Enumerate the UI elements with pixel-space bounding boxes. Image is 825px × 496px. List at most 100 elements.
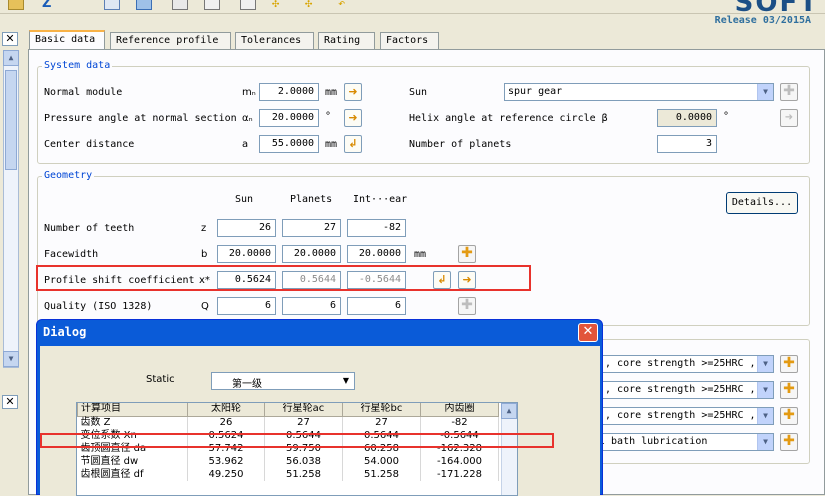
tab-reference-profile[interactable]: Reference profile [110, 32, 231, 49]
close-icon-2[interactable]: ✕ [2, 395, 18, 409]
quality-planets-input[interactable]: 6 [282, 297, 341, 315]
lubrication-plus-button[interactable]: ✚ [780, 433, 798, 451]
normal-module-symbol: mₙ [242, 87, 256, 98]
col-planets-header: Planets [290, 194, 333, 205]
col-internal-gear-header: Int···ear [353, 194, 408, 205]
lubrication-value: l bath lubrication [599, 436, 708, 447]
chevron-down-icon[interactable]: ▼ [757, 356, 773, 372]
table-row[interactable]: 齿数 Z 26 27 27 -82 [77, 416, 499, 429]
table-header-row: 计算项目 太阳轮 行星轮ac 行星轮bc 内齿圈 [77, 403, 499, 417]
facewidth-plus-button[interactable]: ✚ [458, 245, 476, 263]
cell: 51.258 [264, 468, 343, 481]
normal-module-label: Normal module [44, 87, 123, 98]
chevron-down-icon[interactable]: ▼ [757, 434, 773, 450]
table-scroll-up-icon[interactable]: ▲ [501, 403, 517, 419]
quality-sun-input[interactable]: 6 [217, 297, 276, 315]
pressure-angle-button[interactable]: ➜ [344, 109, 362, 127]
tab-factors[interactable]: Factors [380, 32, 439, 49]
helix-angle-button[interactable]: ➜ [780, 109, 798, 127]
chevron-down-icon[interactable]: ▼ [338, 373, 354, 389]
col-header[interactable]: 行星轮bc [342, 403, 421, 417]
cell: 节圆直径 dw [77, 455, 188, 468]
cell: -171.228 [420, 468, 499, 481]
sun-type-select[interactable]: spur gear ▼ [504, 83, 774, 101]
lubrication-select[interactable]: l bath lubrication ▼ [595, 433, 774, 451]
cell: 56.038 [264, 455, 343, 468]
stage-select[interactable]: 第一级 ▼ [211, 372, 355, 390]
center-distance-symbol: a [242, 139, 249, 150]
scroll-down-icon[interactable]: ▼ [3, 351, 19, 367]
system-data-title: System data [42, 60, 113, 71]
pressure-angle-input[interactable]: 20.0000 [259, 109, 319, 127]
cell: 54.000 [342, 455, 421, 468]
center-distance-button[interactable]: ↲ [344, 135, 362, 153]
details-button[interactable]: Details... [726, 192, 798, 214]
cell: 齿数 Z [77, 416, 188, 429]
sun-plus-button[interactable]: ✚ [780, 83, 798, 101]
scroll-thumb[interactable] [5, 70, 17, 170]
results-table: 计算项目 太阳轮 行星轮ac 行星轮bc 内齿圈 齿数 Z 26 27 27 -… [76, 402, 518, 496]
material-ring-select[interactable]: ), core strength >=25HRC , ▼ [595, 407, 774, 425]
highlight-box [36, 265, 531, 291]
teeth-sun-input[interactable]: 26 [217, 219, 276, 237]
save-icon[interactable] [136, 0, 152, 10]
chevron-down-icon[interactable]: ▼ [757, 84, 773, 100]
tab-rating[interactable]: Rating [318, 32, 375, 49]
col-header[interactable]: 内齿圈 [420, 403, 499, 417]
facewidth-planets-input[interactable]: 20.0000 [282, 245, 341, 263]
dialog-close-icon[interactable]: ✕ [578, 323, 598, 342]
print-icon[interactable] [172, 0, 188, 10]
z-icon[interactable]: Z [42, 0, 58, 11]
tab-tolerances[interactable]: Tolerances [235, 32, 314, 49]
cell: 49.250 [187, 468, 265, 481]
sizing-button[interactable]: ➜ [344, 83, 362, 101]
teeth-int-input[interactable]: -82 [347, 219, 406, 237]
quality-int-input[interactable]: 6 [347, 297, 406, 315]
teeth-planets-input[interactable]: 27 [282, 219, 341, 237]
report-icon[interactable] [240, 0, 256, 10]
center-distance-input[interactable]: 55.0000 [259, 135, 319, 153]
pressure-angle-label: Pressure angle at normal section [44, 113, 237, 124]
back-arrow-icon[interactable]: ↶ [338, 0, 354, 10]
open-folder-icon[interactable] [8, 0, 24, 10]
col-sun-header: Sun [235, 194, 254, 205]
normal-module-unit: mm [325, 87, 338, 98]
material-sun-select[interactable]: ), core strength >=25HRC , ▼ [595, 355, 774, 373]
normal-module-input[interactable]: 2.0000 [259, 83, 319, 101]
quality-label: Quality (ISO 1328) [44, 301, 153, 312]
sun-type-value: spur gear [508, 86, 563, 97]
material-sun-plus-button[interactable]: ✚ [780, 355, 798, 373]
facewidth-unit: mm [414, 249, 427, 260]
arrows-icon-2[interactable]: ✣ [305, 0, 321, 10]
material-ring-plus-button[interactable]: ✚ [780, 407, 798, 425]
teeth-symbol: z [201, 223, 207, 234]
helix-angle-input[interactable]: 0.0000 [657, 109, 717, 127]
table-row[interactable]: 齿根圆直径 df 49.250 51.258 51.258 -171.228 [77, 468, 499, 481]
facewidth-sun-input[interactable]: 20.0000 [217, 245, 276, 263]
table-icon[interactable] [204, 0, 220, 10]
cell: -164.000 [420, 455, 499, 468]
material-planet-select[interactable]: ), core strength >=25HRC , ▼ [595, 381, 774, 399]
quality-symbol: Q [201, 301, 209, 312]
quality-plus-button[interactable]: ✚ [458, 297, 476, 315]
col-header[interactable]: 太阳轮 [187, 403, 265, 417]
table-row[interactable]: 节圆直径 dw 53.962 56.038 54.000 -164.000 [77, 455, 499, 468]
close-icon[interactable]: ✕ [2, 32, 18, 46]
scroll-up-icon[interactable]: ▲ [3, 50, 19, 66]
document-icon[interactable] [104, 0, 120, 10]
center-distance-unit: mm [325, 139, 338, 150]
chevron-down-icon[interactable]: ▼ [757, 408, 773, 424]
col-header[interactable]: 计算项目 [77, 403, 188, 417]
tab-basic-data[interactable]: Basic data [29, 30, 105, 49]
release-label: Release 03/2015A [714, 15, 811, 26]
pressure-angle-unit: ° [325, 111, 332, 122]
num-planets-input[interactable]: 3 [657, 135, 717, 153]
col-header[interactable]: 行星轮ac [264, 403, 343, 417]
arrows-icon[interactable]: ✣ [272, 0, 288, 10]
material-planet-plus-button[interactable]: ✚ [780, 381, 798, 399]
pressure-angle-symbol: αₙ [242, 113, 253, 124]
dialog-window: Dialog ✕ Static 第一级 ▼ 计算项目 太阳轮 行星轮ac 行星轮b… [36, 319, 603, 496]
chevron-down-icon[interactable]: ▼ [757, 382, 773, 398]
cell: 齿根圆直径 df [77, 468, 188, 481]
facewidth-int-input[interactable]: 20.0000 [347, 245, 406, 263]
